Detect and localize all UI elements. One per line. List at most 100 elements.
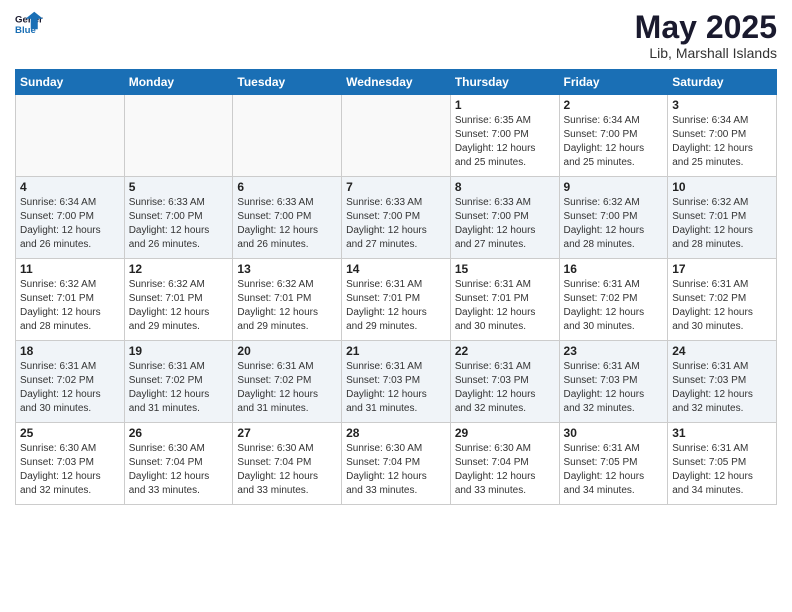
header-tuesday: Tuesday bbox=[233, 70, 342, 95]
day-number: 9 bbox=[564, 180, 664, 194]
day-number: 11 bbox=[20, 262, 120, 276]
day-number: 29 bbox=[455, 426, 555, 440]
header-wednesday: Wednesday bbox=[342, 70, 451, 95]
day-info: Sunrise: 6:31 AM Sunset: 7:01 PM Dayligh… bbox=[346, 278, 446, 334]
day-number: 30 bbox=[564, 426, 664, 440]
logo-icon: General Blue bbox=[15, 10, 43, 38]
table-row: 11 Sunrise: 6:32 AM Sunset: 7:01 PM Dayli… bbox=[16, 259, 125, 341]
day-number: 18 bbox=[20, 344, 120, 358]
table-row: 24 Sunrise: 6:31 AM Sunset: 7:03 PM Dayli… bbox=[668, 341, 777, 423]
week-row-3: 18 Sunrise: 6:31 AM Sunset: 7:02 PM Dayli… bbox=[16, 341, 777, 423]
day-info: Sunrise: 6:30 AM Sunset: 7:03 PM Dayligh… bbox=[20, 442, 120, 498]
table-row bbox=[124, 95, 233, 177]
day-info: Sunrise: 6:32 AM Sunset: 7:01 PM Dayligh… bbox=[672, 196, 772, 252]
day-info: Sunrise: 6:30 AM Sunset: 7:04 PM Dayligh… bbox=[129, 442, 229, 498]
day-info: Sunrise: 6:31 AM Sunset: 7:03 PM Dayligh… bbox=[346, 360, 446, 416]
day-number: 6 bbox=[237, 180, 337, 194]
day-info: Sunrise: 6:33 AM Sunset: 7:00 PM Dayligh… bbox=[129, 196, 229, 252]
table-row bbox=[16, 95, 125, 177]
day-number: 12 bbox=[129, 262, 229, 276]
day-info: Sunrise: 6:31 AM Sunset: 7:03 PM Dayligh… bbox=[672, 360, 772, 416]
day-info: Sunrise: 6:30 AM Sunset: 7:04 PM Dayligh… bbox=[346, 442, 446, 498]
table-row: 25 Sunrise: 6:30 AM Sunset: 7:03 PM Dayli… bbox=[16, 423, 125, 505]
week-row-2: 11 Sunrise: 6:32 AM Sunset: 7:01 PM Dayli… bbox=[16, 259, 777, 341]
day-number: 16 bbox=[564, 262, 664, 276]
table-row bbox=[233, 95, 342, 177]
day-info: Sunrise: 6:31 AM Sunset: 7:01 PM Dayligh… bbox=[455, 278, 555, 334]
logo: General Blue bbox=[15, 10, 43, 38]
header-friday: Friday bbox=[559, 70, 668, 95]
table-row: 12 Sunrise: 6:32 AM Sunset: 7:01 PM Dayli… bbox=[124, 259, 233, 341]
day-info: Sunrise: 6:33 AM Sunset: 7:00 PM Dayligh… bbox=[346, 196, 446, 252]
table-row: 3Sunrise: 6:34 AM Sunset: 7:00 PM Daylig… bbox=[668, 95, 777, 177]
day-info: Sunrise: 6:31 AM Sunset: 7:02 PM Dayligh… bbox=[564, 278, 664, 334]
day-number: 14 bbox=[346, 262, 446, 276]
table-row: 23 Sunrise: 6:31 AM Sunset: 7:03 PM Dayli… bbox=[559, 341, 668, 423]
day-info: Sunrise: 6:31 AM Sunset: 7:02 PM Dayligh… bbox=[20, 360, 120, 416]
table-row: 5 Sunrise: 6:33 AM Sunset: 7:00 PM Daylig… bbox=[124, 177, 233, 259]
table-row: 1 Sunrise: 6:35 AM Sunset: 7:00 PM Daylig… bbox=[450, 95, 559, 177]
week-row-4: 25 Sunrise: 6:30 AM Sunset: 7:03 PM Dayli… bbox=[16, 423, 777, 505]
table-row: 17 Sunrise: 6:31 AM Sunset: 7:02 PM Dayli… bbox=[668, 259, 777, 341]
table-row: 2Sunrise: 6:34 AM Sunset: 7:00 PM Daylig… bbox=[559, 95, 668, 177]
day-number: 23 bbox=[564, 344, 664, 358]
week-row-0: 1 Sunrise: 6:35 AM Sunset: 7:00 PM Daylig… bbox=[16, 95, 777, 177]
day-info: Sunrise: 6:34 AM Sunset: 7:00 PM Dayligh… bbox=[20, 196, 120, 252]
day-number: 21 bbox=[346, 344, 446, 358]
table-row: 18 Sunrise: 6:31 AM Sunset: 7:02 PM Dayli… bbox=[16, 341, 125, 423]
day-info: Sunrise: 6:32 AM Sunset: 7:01 PM Dayligh… bbox=[237, 278, 337, 334]
day-info: Sunrise: 6:31 AM Sunset: 7:03 PM Dayligh… bbox=[455, 360, 555, 416]
day-number: 1 bbox=[455, 98, 555, 112]
header-monday: Monday bbox=[124, 70, 233, 95]
table-row: 4Sunrise: 6:34 AM Sunset: 7:00 PM Daylig… bbox=[16, 177, 125, 259]
day-info: Sunrise: 6:33 AM Sunset: 7:00 PM Dayligh… bbox=[237, 196, 337, 252]
day-number: 17 bbox=[672, 262, 772, 276]
day-number: 20 bbox=[237, 344, 337, 358]
table-row: 31Sunrise: 6:31 AM Sunset: 7:05 PM Dayli… bbox=[668, 423, 777, 505]
table-row: 22 Sunrise: 6:31 AM Sunset: 7:03 PM Dayli… bbox=[450, 341, 559, 423]
day-info: Sunrise: 6:31 AM Sunset: 7:02 PM Dayligh… bbox=[237, 360, 337, 416]
header-thursday: Thursday bbox=[450, 70, 559, 95]
table-row: 30Sunrise: 6:31 AM Sunset: 7:05 PM Dayli… bbox=[559, 423, 668, 505]
calendar: Sunday Monday Tuesday Wednesday Thursday… bbox=[15, 69, 777, 505]
day-info: Sunrise: 6:30 AM Sunset: 7:04 PM Dayligh… bbox=[237, 442, 337, 498]
table-row: 29 Sunrise: 6:30 AM Sunset: 7:04 PM Dayli… bbox=[450, 423, 559, 505]
table-row: 6 Sunrise: 6:33 AM Sunset: 7:00 PM Daylig… bbox=[233, 177, 342, 259]
table-row: 26Sunrise: 6:30 AM Sunset: 7:04 PM Dayli… bbox=[124, 423, 233, 505]
day-number: 27 bbox=[237, 426, 337, 440]
day-number: 7 bbox=[346, 180, 446, 194]
day-number: 19 bbox=[129, 344, 229, 358]
day-number: 25 bbox=[20, 426, 120, 440]
day-info: Sunrise: 6:34 AM Sunset: 7:00 PM Dayligh… bbox=[564, 114, 664, 170]
week-row-1: 4Sunrise: 6:34 AM Sunset: 7:00 PM Daylig… bbox=[16, 177, 777, 259]
day-info: Sunrise: 6:32 AM Sunset: 7:01 PM Dayligh… bbox=[129, 278, 229, 334]
table-row: 16 Sunrise: 6:31 AM Sunset: 7:02 PM Dayli… bbox=[559, 259, 668, 341]
day-info: Sunrise: 6:32 AM Sunset: 7:00 PM Dayligh… bbox=[564, 196, 664, 252]
day-number: 5 bbox=[129, 180, 229, 194]
table-row: 14 Sunrise: 6:31 AM Sunset: 7:01 PM Dayli… bbox=[342, 259, 451, 341]
table-row: 28Sunrise: 6:30 AM Sunset: 7:04 PM Dayli… bbox=[342, 423, 451, 505]
day-number: 10 bbox=[672, 180, 772, 194]
day-info: Sunrise: 6:31 AM Sunset: 7:03 PM Dayligh… bbox=[564, 360, 664, 416]
day-info: Sunrise: 6:35 AM Sunset: 7:00 PM Dayligh… bbox=[455, 114, 555, 170]
day-number: 22 bbox=[455, 344, 555, 358]
header-saturday: Saturday bbox=[668, 70, 777, 95]
header: General Blue May 2025 Lib, Marshall Isla… bbox=[15, 10, 777, 61]
table-row: 21 Sunrise: 6:31 AM Sunset: 7:03 PM Dayli… bbox=[342, 341, 451, 423]
day-info: Sunrise: 6:31 AM Sunset: 7:02 PM Dayligh… bbox=[129, 360, 229, 416]
weekday-header-row: Sunday Monday Tuesday Wednesday Thursday… bbox=[16, 70, 777, 95]
day-number: 24 bbox=[672, 344, 772, 358]
page: General Blue May 2025 Lib, Marshall Isla… bbox=[0, 0, 792, 612]
table-row: 8 Sunrise: 6:33 AM Sunset: 7:00 PM Daylig… bbox=[450, 177, 559, 259]
day-number: 8 bbox=[455, 180, 555, 194]
table-row: 7 Sunrise: 6:33 AM Sunset: 7:00 PM Daylig… bbox=[342, 177, 451, 259]
day-info: Sunrise: 6:33 AM Sunset: 7:00 PM Dayligh… bbox=[455, 196, 555, 252]
day-number: 13 bbox=[237, 262, 337, 276]
month-title: May 2025 bbox=[635, 10, 777, 45]
day-info: Sunrise: 6:34 AM Sunset: 7:00 PM Dayligh… bbox=[672, 114, 772, 170]
day-info: Sunrise: 6:30 AM Sunset: 7:04 PM Dayligh… bbox=[455, 442, 555, 498]
day-info: Sunrise: 6:31 AM Sunset: 7:02 PM Dayligh… bbox=[672, 278, 772, 334]
location: Lib, Marshall Islands bbox=[635, 45, 777, 61]
table-row: 27 Sunrise: 6:30 AM Sunset: 7:04 PM Dayli… bbox=[233, 423, 342, 505]
day-info: Sunrise: 6:32 AM Sunset: 7:01 PM Dayligh… bbox=[20, 278, 120, 334]
